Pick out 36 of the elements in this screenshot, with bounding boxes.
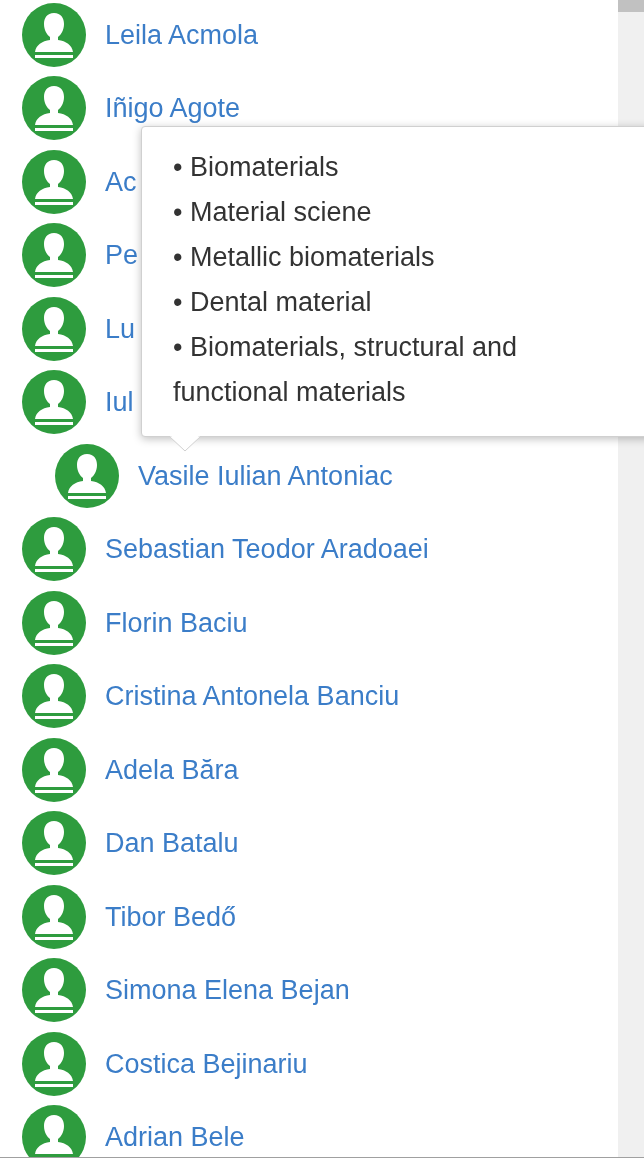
- person-avatar-icon: [22, 296, 86, 361]
- person-avatar-icon: [22, 811, 86, 876]
- person-avatar-icon: [22, 517, 86, 582]
- person-avatar-icon: [22, 1105, 86, 1157]
- person-avatar-icon: [22, 664, 86, 729]
- person-link[interactable]: Lu: [105, 312, 136, 345]
- tooltip-list-item: • Biomaterials, structural and functional materials: [173, 331, 519, 409]
- person-avatar-icon: [22, 1031, 86, 1096]
- person-link[interactable]: Tibor Bedő: [105, 900, 237, 933]
- person-link[interactable]: Cristina Antonela Banciu: [105, 680, 400, 713]
- person-avatar-icon: [55, 443, 119, 508]
- person-link[interactable]: Simona Elena Bejan: [105, 974, 350, 1007]
- person-link[interactable]: Vasile Iulian Antoniac: [138, 459, 393, 492]
- person-avatar-icon: [22, 370, 86, 435]
- person-avatar-icon: [22, 223, 86, 288]
- person-avatar-icon: [22, 76, 86, 141]
- person-avatar-icon: [22, 884, 86, 949]
- person-link[interactable]: Adela Băra: [105, 753, 239, 786]
- person-avatar-icon: [22, 149, 86, 214]
- person-avatar-icon: [22, 737, 86, 802]
- person-link[interactable]: Pe: [105, 239, 139, 272]
- person-link[interactable]: Costica Bejinariu: [105, 1047, 308, 1080]
- person-avatar-icon: [22, 958, 86, 1023]
- person-link[interactable]: Adrian Bele: [105, 1121, 245, 1154]
- person-link[interactable]: Iul: [105, 386, 134, 419]
- person-link[interactable]: Florin Baciu: [105, 606, 248, 639]
- tooltip-list-item: • Biomaterials: [173, 151, 340, 184]
- person-link[interactable]: Sebastian Teodor Aradoaei: [105, 533, 429, 566]
- person-link[interactable]: Iñigo Agote: [105, 92, 241, 125]
- person-link[interactable]: Ac: [105, 165, 137, 198]
- tooltip-list-item: • Dental material: [173, 286, 373, 319]
- tooltip-list-item: • Material sciene: [173, 196, 373, 229]
- person-link[interactable]: Dan Batalu: [105, 827, 239, 860]
- person-link[interactable]: Leila Acmola: [105, 18, 259, 51]
- tooltip-list-item: • Metallic biomaterials: [173, 241, 436, 274]
- person-avatar-icon: [22, 590, 86, 655]
